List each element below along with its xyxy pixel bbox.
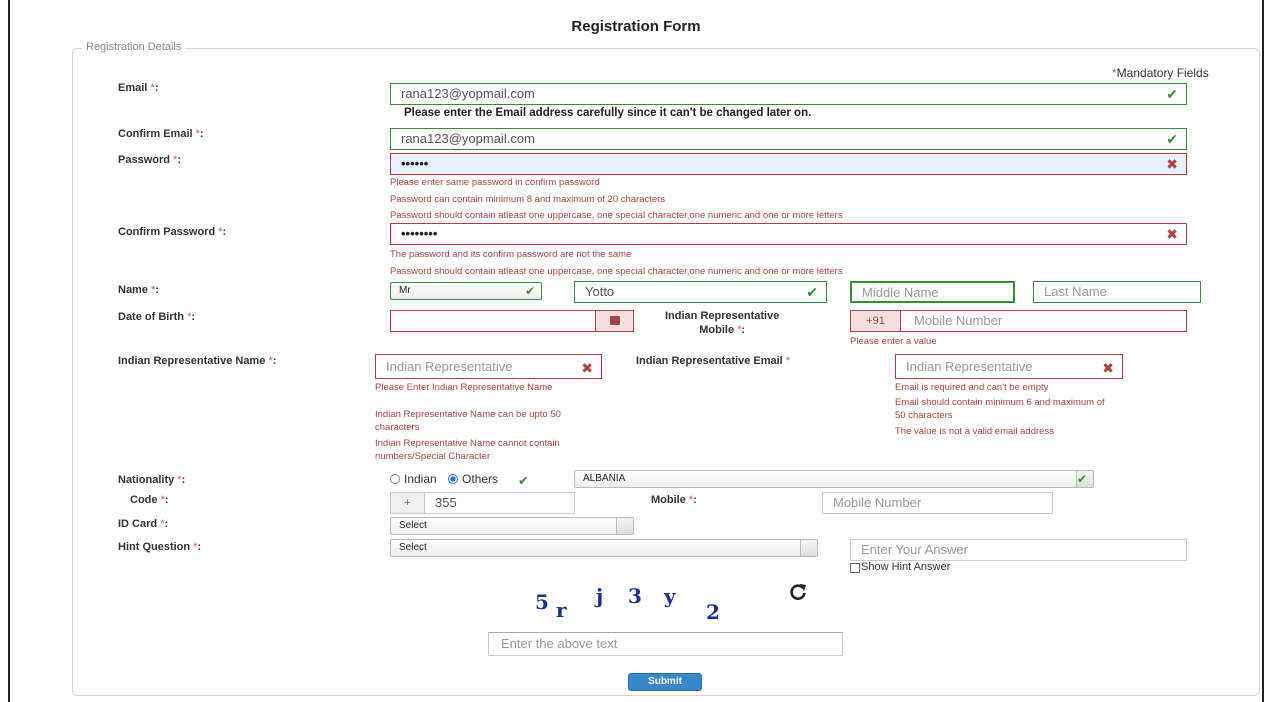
hint-question-select[interactable]: Select (390, 539, 818, 557)
rep-mobile-input[interactable]: +91 Mobile Number (850, 310, 1187, 332)
valid-check-icon: ✔ (1166, 131, 1178, 147)
valid-check-icon: ✔ (1166, 86, 1178, 102)
valid-check-icon: ✔ (524, 284, 535, 298)
rep-email-error: Email should contain minimum 6 and maxim… (895, 397, 1105, 421)
plus-prefix: + (391, 493, 425, 513)
captcha-char: y (664, 584, 676, 608)
name-label: Name *: (118, 284, 159, 296)
confirm-password-label: Confirm Password *: (118, 226, 227, 238)
rep-name-error: Please Enter Indian Representative Name (375, 382, 553, 393)
title-select[interactable]: Mr ✔ (390, 282, 542, 300)
nationality-indian-radio[interactable] (390, 474, 400, 484)
nationality-others-radio[interactable] (448, 474, 458, 484)
valid-check-icon: ✔ (518, 473, 529, 488)
mandatory-note: *Mandatory Fields (1112, 66, 1209, 80)
calendar-icon[interactable] (595, 311, 633, 331)
confirm-email-input[interactable]: rana123@yopmail.com ✔ (390, 128, 1187, 150)
captcha-char: 5 (535, 590, 549, 614)
captcha-char: 3 (628, 584, 642, 608)
mobile-label: Mobile *: (651, 494, 697, 506)
nationality-indian-label[interactable]: Indian (404, 472, 437, 486)
rep-email-input[interactable]: Indian Representative ✖ (895, 354, 1123, 379)
nationality-others-label[interactable]: Others (462, 472, 498, 486)
captcha-char: 2 (706, 600, 720, 624)
refresh-icon[interactable] (788, 582, 808, 605)
error-x-icon: ✖ (1166, 226, 1178, 242)
country-select[interactable]: ALBANIA ✔ (574, 470, 1094, 488)
rep-name-label: Indian Representative Name *: (118, 355, 277, 367)
fieldset-legend: Registration Details (82, 41, 186, 53)
id-card-select[interactable]: Select (390, 517, 634, 535)
dob-label: Date of Birth *: (118, 311, 196, 323)
code-label: Code *: (130, 494, 169, 506)
error-x-icon: ✖ (1102, 360, 1114, 376)
confirm-password-error: The password and its confirm password ar… (390, 249, 632, 260)
confirm-password-error: Password should contain atleast one uppe… (390, 266, 843, 277)
dob-input[interactable] (390, 310, 634, 332)
confirm-password-input[interactable]: •••••••• ✖ (390, 223, 1187, 245)
hint-answer-input[interactable]: Enter Your Answer (850, 539, 1187, 561)
captcha-input[interactable]: Enter the above text (488, 632, 843, 656)
rep-mobile-label: Indian Representative Mobile *: (665, 310, 780, 336)
chevron-down-icon (616, 518, 633, 534)
code-input[interactable]: + 355 (390, 492, 575, 514)
rep-name-error: Indian Representative Name can be upto 5… (375, 409, 561, 433)
middle-name-input[interactable]: Middle Name (850, 281, 1015, 303)
country-prefix: +91 (851, 311, 901, 331)
password-error: Password should contain atleast one uppe… (390, 210, 843, 221)
id-card-label: ID Card *: (118, 518, 169, 530)
chevron-down-icon (800, 540, 817, 556)
rep-name-input[interactable]: Indian Representative ✖ (375, 354, 602, 379)
error-x-icon: ✖ (581, 360, 593, 376)
rep-mobile-error: Please enter a value (850, 336, 937, 347)
hint-question-label: Hint Question *: (118, 541, 202, 553)
rep-email-error: The value is not a valid email address (895, 426, 1054, 437)
nationality-label: Nationality *: (118, 474, 186, 486)
captcha-char: j (596, 584, 604, 608)
rep-name-error: Indian Representative Name cannot contai… (375, 438, 560, 462)
email-label: Email *: (118, 82, 159, 94)
captcha-char: r (556, 598, 567, 622)
valid-check-icon: ✔ (806, 284, 818, 300)
rep-email-error: Email is required and can't be empty (895, 382, 1049, 393)
mobile-input[interactable]: Mobile Number (822, 492, 1053, 514)
email-hint: Please enter the Email address carefully… (404, 107, 812, 119)
show-hint-label[interactable]: Show Hint Answer (861, 561, 950, 573)
password-label: Password *: (118, 154, 181, 166)
password-error: Please enter same password in confirm pa… (390, 177, 600, 188)
valid-check-icon: ✔ (1076, 472, 1087, 486)
show-hint-checkbox[interactable] (850, 563, 860, 573)
last-name-input[interactable]: Last Name (1033, 281, 1201, 303)
confirm-email-label: Confirm Email *: (118, 128, 204, 140)
rep-email-label: Indian Representative Email * (636, 355, 791, 367)
password-error: Password can contain minimum 8 and maxim… (390, 194, 666, 205)
first-name-input[interactable]: Yotto ✔ (574, 281, 827, 303)
submit-button[interactable]: Submit (628, 673, 702, 691)
password-input[interactable]: •••••• ✖ (390, 153, 1187, 175)
error-x-icon: ✖ (1166, 156, 1178, 172)
page-title: Registration Form (571, 18, 701, 35)
email-input[interactable]: rana123@yopmail.com ✔ (390, 83, 1187, 105)
